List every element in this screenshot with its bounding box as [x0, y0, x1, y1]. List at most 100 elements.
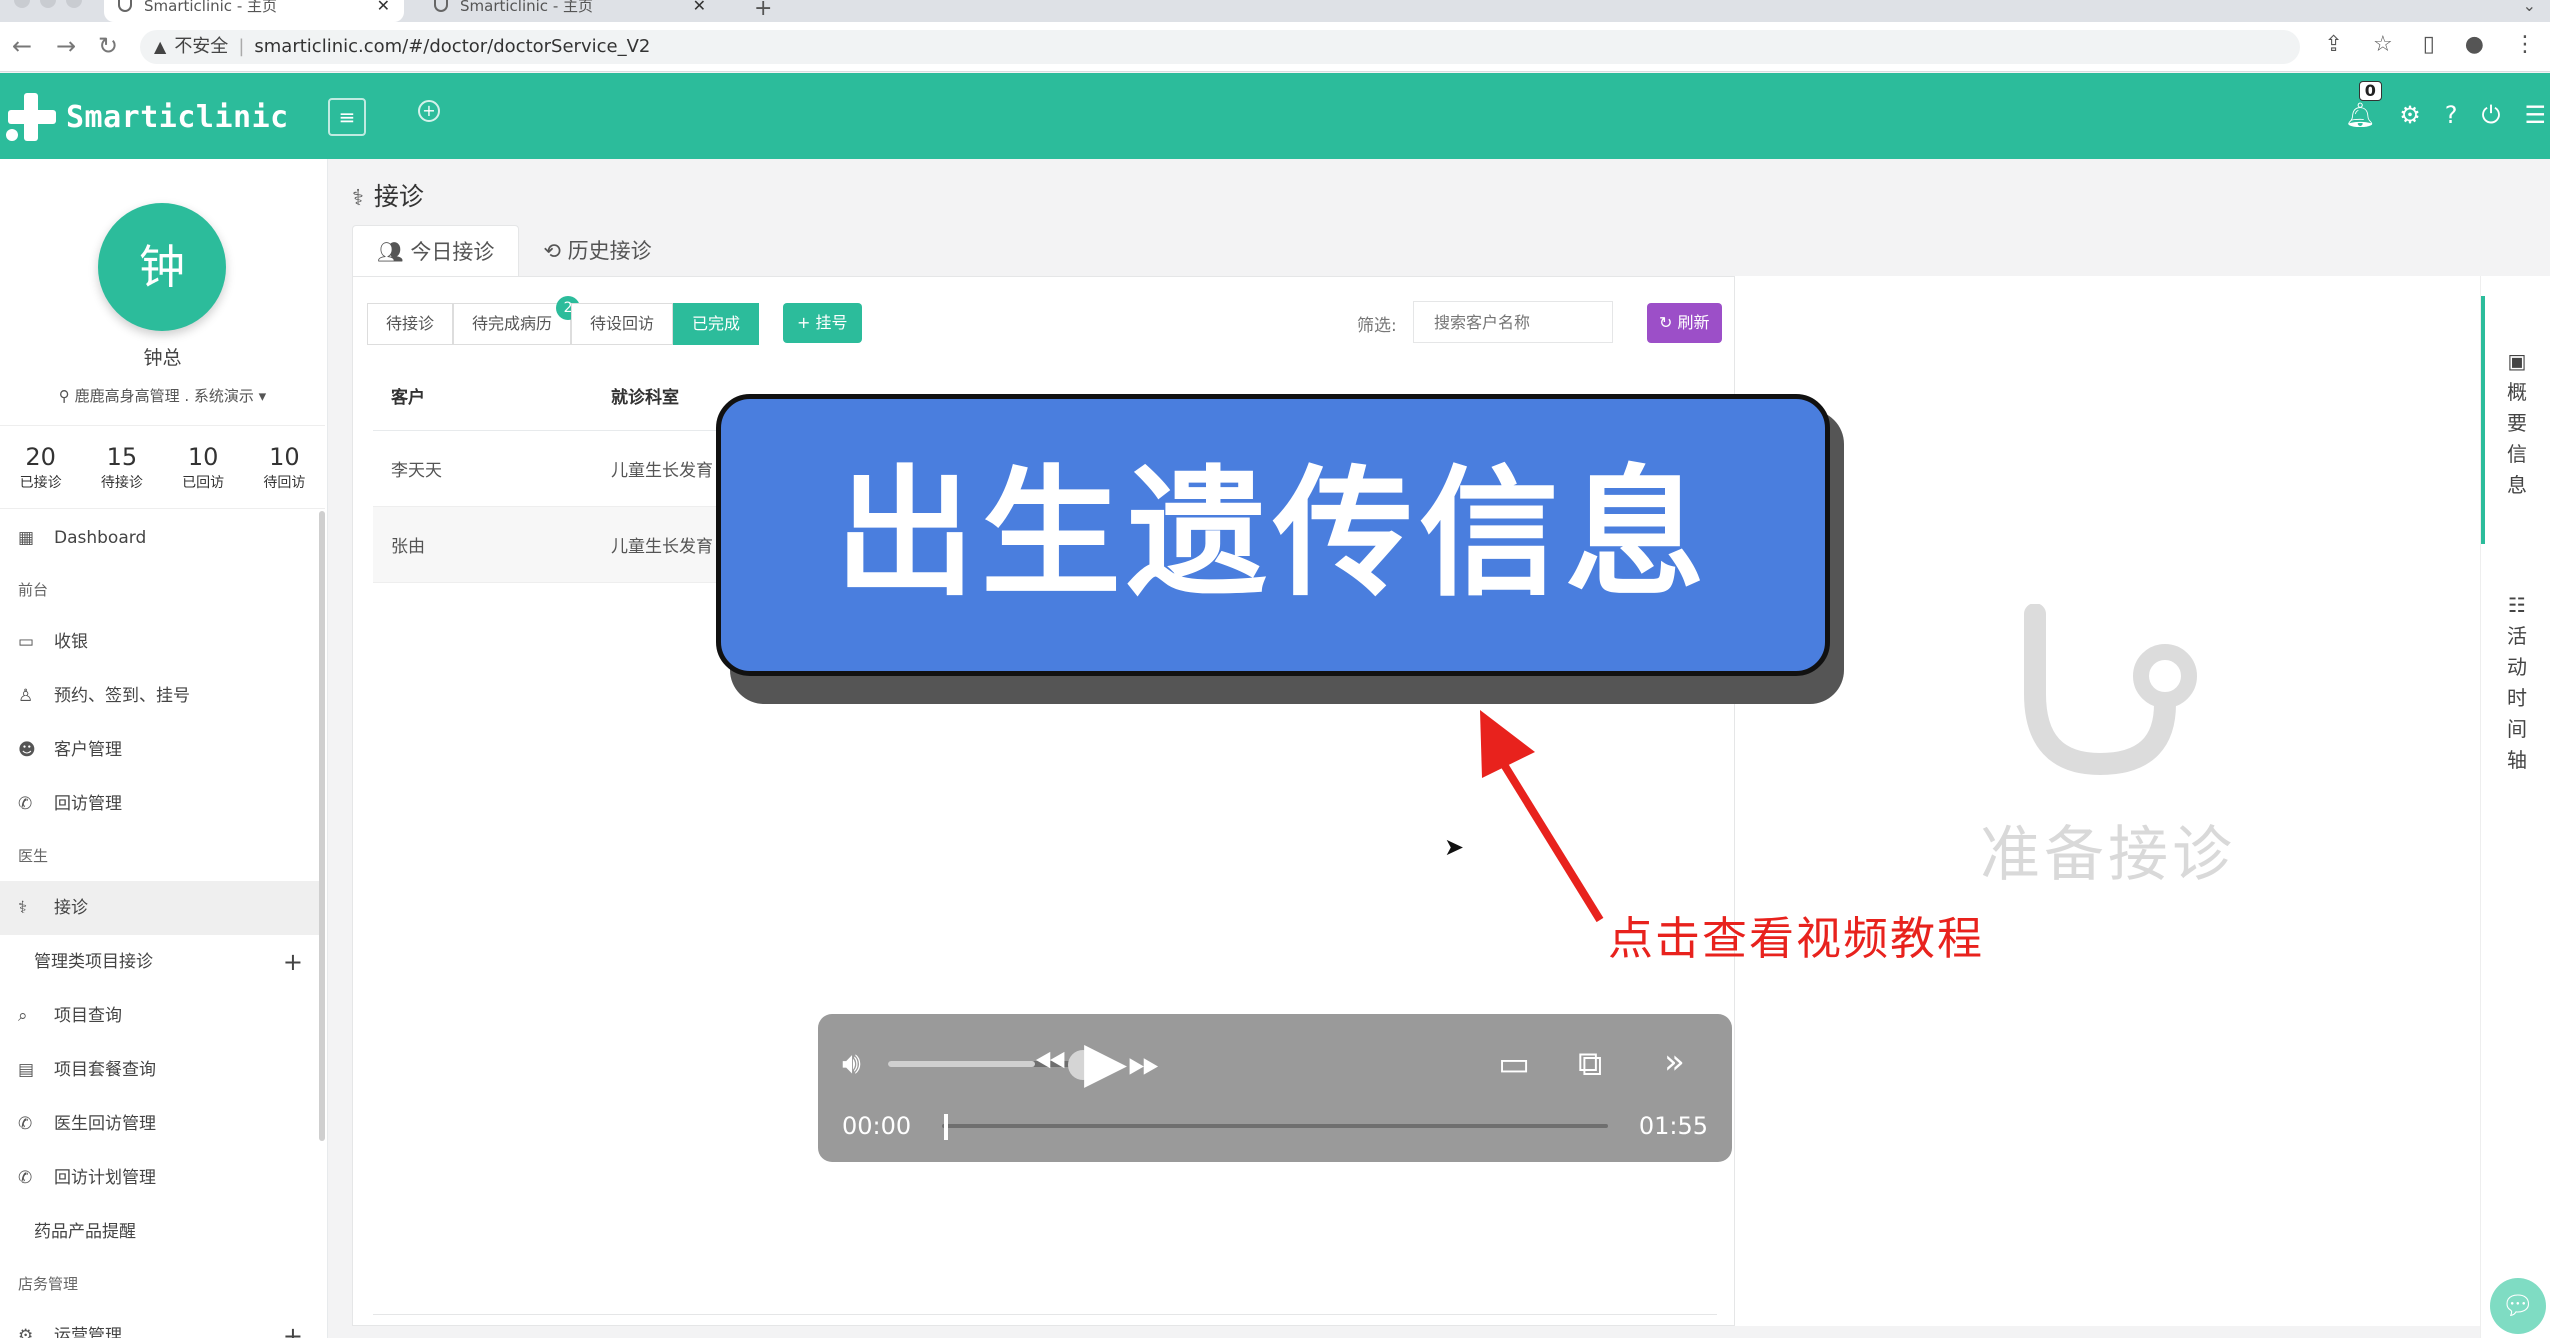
logo-cross-icon	[6, 91, 58, 143]
video-title-banner: 出生遗传信息	[716, 394, 1830, 676]
help-icon[interactable]: ?	[2445, 101, 2458, 129]
checkin-icon: ♙	[18, 686, 34, 706]
tab-history[interactable]: ⟲ 历史接诊	[519, 225, 675, 277]
url-separator: |	[238, 36, 245, 57]
chevron-down-icon[interactable]: ⌄	[2523, 0, 2536, 15]
status-pending-button[interactable]: 待接诊	[367, 303, 454, 345]
org-selector[interactable]: ⚲ 鹿鹿高身高管理 . 系统演示 ▾	[0, 385, 325, 406]
plus-icon[interactable]: +	[283, 935, 303, 989]
sidebar-item-drug-reminder[interactable]: 药品产品提醒	[0, 1205, 325, 1259]
sidebar-item-appointments[interactable]: ♙ 预约、签到、挂号	[0, 669, 325, 723]
users-icon: 👥︎	[377, 240, 411, 264]
video-callout[interactable]: 点击查看视频教程	[1608, 902, 1984, 967]
sidebar-item-project-query[interactable]: ⌕ 项目查询	[0, 989, 325, 1043]
stat-pending[interactable]: 15 待接诊	[81, 426, 162, 508]
browser-tab[interactable]: Smarticlinic - 主页 ✕	[420, 0, 720, 22]
customer-search-input[interactable]	[1413, 301, 1613, 343]
register-button[interactable]: + 挂号	[783, 303, 862, 343]
sidebar-toggle-icon[interactable]: ▯	[2423, 32, 2435, 57]
sidebar-item-consult[interactable]: ⚕ 接诊	[0, 881, 325, 935]
timeline-icon: ☷	[2508, 593, 2526, 617]
status-done-button[interactable]: 已完成	[673, 303, 760, 345]
bell-icon[interactable]: 🔔︎ 0	[2345, 81, 2382, 129]
security-label: 不安全	[174, 36, 229, 57]
forward-icon[interactable]: →	[56, 32, 76, 60]
more-menu-icon[interactable]: ⋮	[2514, 32, 2536, 57]
current-time: 00:00	[842, 1112, 912, 1140]
fast-forward-icon[interactable]: ⏩︎	[1128, 1040, 1160, 1086]
share-icon[interactable]: ⇪	[2325, 32, 2343, 57]
globe-icon	[434, 0, 448, 12]
browser-tab-active[interactable]: Smarticlinic - 主页 ✕	[104, 0, 404, 22]
cash-icon: ▭	[18, 632, 35, 652]
rewind-icon[interactable]: ⏪︎	[1034, 1040, 1066, 1086]
page-title: ⚕ 接诊	[352, 177, 424, 213]
sidebar-item-label: 接诊	[54, 898, 88, 918]
star-icon[interactable]: ☆	[2373, 32, 2393, 57]
sidebar-item-label: 药品产品提醒	[34, 1222, 136, 1242]
vtab-char: 息	[2507, 473, 2527, 497]
sidebar-scrollbar[interactable]	[319, 511, 325, 1141]
menu-toggle-button[interactable]: ≡	[328, 98, 366, 136]
profile-icon[interactable]: ●	[2465, 32, 2484, 57]
more-icon[interactable]: »	[1664, 1042, 1685, 1082]
window-controls[interactable]	[14, 0, 82, 8]
sidebar-item-dashboard[interactable]: ▦ Dashboard	[0, 511, 325, 565]
vtab-char: 要	[2507, 411, 2527, 435]
play-icon[interactable]: ▶	[1084, 1030, 1127, 1095]
url-text: smarticlinic.com/#/doctor/doctorService_…	[254, 36, 651, 57]
list-icon[interactable]: ☰	[2524, 101, 2546, 129]
chat-icon[interactable]: 💬︎	[2490, 1278, 2546, 1334]
volume-icon[interactable]: 🔊︎	[842, 1046, 861, 1081]
gear-icon[interactable]: ⚙	[2399, 101, 2421, 129]
sidebar-item-doctor-followup[interactable]: ✆ 医生回访管理	[0, 1097, 325, 1151]
filter-label: 筛选:	[1357, 316, 1397, 336]
mouse-cursor-icon: ➤	[1444, 833, 1465, 861]
tab-timeline[interactable]: ☷ 活 动 时 间 轴	[2497, 590, 2537, 776]
browser-tab-bar: Smarticlinic - 主页 ✕ Smarticlinic - 主页 ✕ …	[0, 0, 2550, 22]
stat-consulted[interactable]: 20 已接诊	[0, 426, 81, 508]
phone-icon: ✆	[18, 1114, 33, 1134]
tab-label: 今日接诊	[410, 240, 495, 264]
plus-circle-icon[interactable]: +	[418, 100, 440, 122]
vtab-char: 轴	[2507, 748, 2527, 772]
power-icon[interactable]: ⏻	[2482, 101, 2501, 129]
plus-icon[interactable]: +	[283, 1309, 303, 1338]
sidebar-item-cashier[interactable]: ▭ 收银	[0, 615, 325, 669]
reload-icon[interactable]: ↻	[98, 32, 118, 60]
seek-bar[interactable]	[942, 1124, 1608, 1128]
new-tab-icon[interactable]: +	[754, 0, 772, 21]
sidebar-item-operations[interactable]: ⚙ 运营管理 +	[0, 1309, 325, 1338]
sidebar-item-followup-plan[interactable]: ✆ 回访计划管理	[0, 1151, 325, 1205]
refresh-button[interactable]: ↻ 刷新	[1647, 303, 1722, 343]
status-followup-button[interactable]: 待设回访	[571, 303, 674, 345]
logo[interactable]: Smarticlinic	[6, 91, 289, 143]
section-label: 医生	[18, 847, 49, 865]
org-name: 鹿鹿高身高管理 . 系统演示	[74, 387, 254, 405]
stat-followed[interactable]: 10 已回访	[163, 426, 244, 508]
history-icon: ⟲	[543, 239, 568, 263]
stethoscope-icon	[2024, 604, 2197, 776]
table-cell: 李天天	[391, 461, 442, 481]
vtab-char: 概	[2507, 380, 2527, 404]
airplay-icon[interactable]: ▭	[1498, 1044, 1530, 1084]
close-icon[interactable]: ✕	[377, 0, 390, 14]
doctor-icon: ⚕	[352, 186, 364, 211]
close-icon[interactable]: ✕	[693, 0, 706, 14]
tab-today[interactable]: 👥︎ 今日接诊	[352, 225, 520, 277]
url-field[interactable]: ▲ 不安全 | smarticlinic.com/#/doctor/doctorSer…	[140, 30, 2300, 64]
stat-to-follow[interactable]: 10 待回访	[244, 426, 325, 508]
status-incomplete-button[interactable]: 待完成病历 2	[453, 296, 581, 345]
sidebar-item-followup[interactable]: ✆ 回访管理	[0, 777, 325, 831]
back-icon[interactable]: ←	[12, 32, 32, 60]
phone-icon: ✆	[18, 794, 33, 814]
picture-in-picture-icon[interactable]: ⧉	[1578, 1044, 1602, 1084]
tab-overview[interactable]: ▣ 概 要 信 息	[2497, 346, 2537, 501]
stat-number: 20	[25, 443, 56, 471]
detail-side-tabs: ▣ 概 要 信 息 ☷ 活 动 时 间 轴	[2480, 276, 2550, 1338]
sidebar-item-mgmt-projects[interactable]: 管理类项目接诊 +	[0, 935, 325, 989]
sidebar-item-customers[interactable]: ☻ 客户管理	[0, 723, 325, 777]
avatar[interactable]: 钟	[98, 203, 226, 331]
seek-handle[interactable]	[944, 1114, 948, 1140]
sidebar-item-package-query[interactable]: ▤ 项目套餐查询	[0, 1043, 325, 1097]
